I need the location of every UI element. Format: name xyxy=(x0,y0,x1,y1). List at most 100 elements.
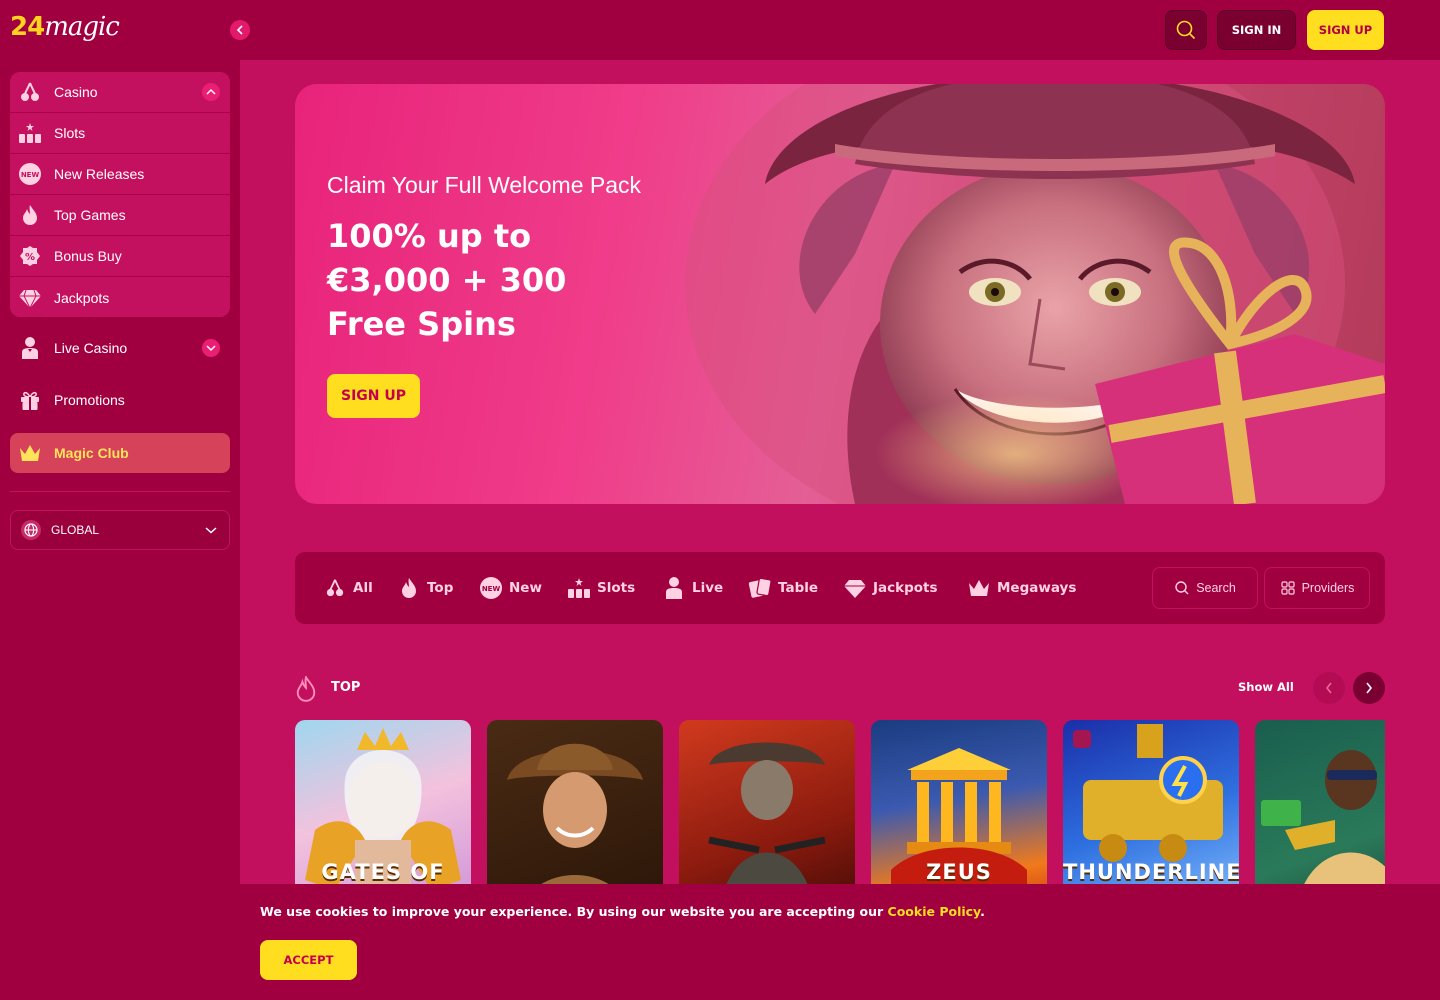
category-label: New xyxy=(509,580,542,596)
top-games-carousel: GATES OF ZEUS THUNDERLINE xyxy=(295,720,1385,885)
category-label: Jackpots xyxy=(873,580,938,596)
sidebar-item-label: New Releases xyxy=(54,166,145,182)
hero-subtitle: Claim Your Full Welcome Pack xyxy=(327,172,642,198)
section-title: TOP xyxy=(331,680,361,695)
game-tile-label: ZEUS xyxy=(926,860,992,884)
category-label: Top xyxy=(427,580,454,596)
hero-banner[interactable]: Claim Your Full Welcome Pack 100% up to … xyxy=(295,84,1385,504)
sidebar-item-label: Top Games xyxy=(54,207,126,223)
dealer-icon xyxy=(18,336,42,360)
sidebar-item-label: Bonus Buy xyxy=(54,248,122,264)
top-games-header: TOP Show All xyxy=(295,672,1385,704)
sidebar-item-casino[interactable]: Casino xyxy=(10,72,230,113)
category-slots[interactable]: Slots xyxy=(567,552,635,624)
game-tile-gunslinger[interactable] xyxy=(679,720,855,885)
category-label: All xyxy=(353,580,373,596)
hero-title-line: €3,000 + 300 xyxy=(327,261,567,299)
category-table[interactable]: Table xyxy=(748,552,818,624)
chevron-right-icon xyxy=(1366,682,1373,694)
carousel-next-button[interactable] xyxy=(1353,672,1385,704)
category-top[interactable]: Top xyxy=(397,552,453,624)
cookie-policy-link[interactable]: Cookie Policy xyxy=(888,904,981,919)
cowboy-art xyxy=(708,742,826,885)
category-all[interactable]: All xyxy=(323,552,373,624)
hero-sign-up-button[interactable]: SIGN UP xyxy=(327,374,420,418)
sidebar-item-label: Casino xyxy=(54,84,98,100)
accept-cookies-button[interactable]: ACCEPT xyxy=(260,940,357,980)
chevron-left-icon xyxy=(236,25,243,35)
dealer-icon xyxy=(662,576,686,600)
crown-icon xyxy=(18,441,42,465)
sign-in-button[interactable]: SIGN IN xyxy=(1217,10,1296,50)
new-badge-icon: NEW xyxy=(479,576,503,600)
region-select[interactable]: GLOBAL xyxy=(10,510,230,550)
chevron-down-icon xyxy=(205,527,217,534)
region-label: GLOBAL xyxy=(51,523,100,537)
casino-menu-group: Casino Slots NEW New Releases Top Games … xyxy=(10,72,230,317)
sidebar-item-jackpots[interactable]: Jackpots xyxy=(10,277,230,317)
site-logo[interactable]: 24magic xyxy=(10,12,120,42)
category-jackpots[interactable]: Jackpots xyxy=(843,552,938,624)
cookie-text: We use cookies to improve your experienc… xyxy=(260,904,888,919)
header-search-button[interactable] xyxy=(1165,10,1207,50)
search-icon xyxy=(1174,580,1190,596)
chevron-up-icon[interactable] xyxy=(202,83,220,101)
category-label: Live xyxy=(692,580,724,596)
search-icon xyxy=(1176,20,1196,40)
sidebar-item-label: Jackpots xyxy=(54,289,110,306)
gift-icon xyxy=(18,388,42,412)
sidebar-item-label: Slots xyxy=(54,125,86,141)
percent-badge-icon: % xyxy=(18,244,42,268)
cookie-message: We use cookies to improve your experienc… xyxy=(260,904,985,919)
category-label: Slots xyxy=(597,580,636,596)
hero-title: 100% up to €3,000 + 300 Free Spins xyxy=(327,214,657,346)
game-tile-snoop-game[interactable] xyxy=(1255,720,1385,885)
providers-button[interactable]: Providers xyxy=(1264,567,1370,609)
sidebar-item-top-games[interactable]: Top Games xyxy=(10,195,230,236)
hero-title-line: Free Spins xyxy=(327,305,516,343)
show-all-link[interactable]: Show All xyxy=(1238,680,1294,694)
sidebar-item-label: Live Casino xyxy=(54,340,128,356)
category-live[interactable]: Live xyxy=(662,552,723,624)
game-tile-thunderline[interactable]: THUNDERLINE xyxy=(1063,720,1239,885)
category-bar: All Top NEW New Slots Live Table Jackpot… xyxy=(295,552,1385,624)
sidebar-item-new-releases[interactable]: NEW New Releases xyxy=(10,154,230,195)
logo-word: magic xyxy=(44,12,120,42)
crown-icon xyxy=(967,576,991,600)
game-tile-zeus[interactable]: ZEUS xyxy=(871,720,1047,885)
cherries-icon xyxy=(323,576,347,600)
sign-up-button[interactable]: SIGN UP xyxy=(1307,10,1384,50)
flame-icon xyxy=(295,674,317,707)
game-search-button[interactable]: Search xyxy=(1152,567,1258,609)
chevron-left-icon xyxy=(1325,682,1332,694)
category-megaways[interactable]: Megaways xyxy=(967,552,1076,624)
category-new[interactable]: NEW New xyxy=(479,552,542,624)
providers-label: Providers xyxy=(1301,581,1355,595)
sidebar-item-promotions[interactable]: Promotions xyxy=(10,380,230,420)
sidebar-item-slots[interactable]: Slots xyxy=(10,113,230,154)
game-tile-label: THUNDERLINE xyxy=(1063,860,1239,884)
carousel-prev-button[interactable] xyxy=(1313,672,1345,704)
game-tile-book-of-dead[interactable] xyxy=(487,720,663,885)
rapper-art xyxy=(1261,750,1385,885)
svg-text:NEW: NEW xyxy=(482,585,501,593)
sidebar: Casino Slots NEW New Releases Top Games … xyxy=(0,60,240,1000)
flame-icon xyxy=(18,203,42,227)
cherries-icon xyxy=(18,80,42,104)
logo-number: 24 xyxy=(10,12,45,42)
sidebar-item-label: Magic Club xyxy=(54,445,129,461)
flame-icon xyxy=(397,576,421,600)
sidebar-item-bonus-buy[interactable]: % Bonus Buy xyxy=(10,236,230,277)
sidebar-item-magic-club[interactable]: Magic Club xyxy=(10,433,230,473)
hero-title-line: 100% up to xyxy=(327,217,532,255)
chevron-down-icon[interactable] xyxy=(202,339,220,357)
adventurer-art xyxy=(507,743,643,885)
svg-text:%: % xyxy=(25,252,35,263)
game-tile-gates-of-olympus[interactable]: GATES OF xyxy=(295,720,471,885)
sidebar-collapse-button[interactable] xyxy=(230,20,250,40)
diamond-icon xyxy=(18,286,42,310)
slots-777-icon xyxy=(18,121,42,145)
slots-777-icon xyxy=(567,576,591,600)
sidebar-item-live-casino[interactable]: Live Casino xyxy=(10,328,230,368)
cookie-text-end: . xyxy=(980,904,985,919)
